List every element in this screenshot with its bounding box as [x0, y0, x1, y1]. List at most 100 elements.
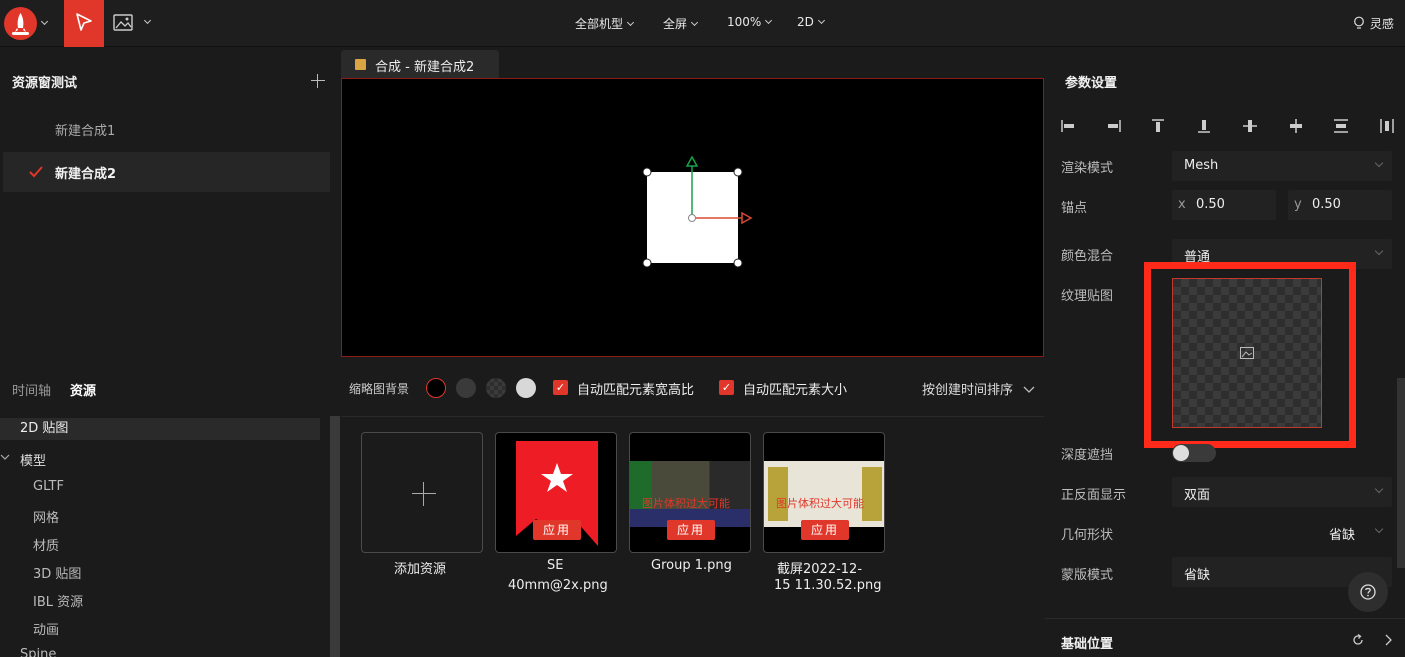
- tree-item[interactable]: 3D 贴图: [33, 563, 81, 582]
- add-resource-card[interactable]: [361, 432, 483, 553]
- reset-icon[interactable]: [1351, 633, 1365, 647]
- swatch-dark-gray[interactable]: [456, 378, 476, 398]
- geometry-select[interactable]: 省缺: [1315, 517, 1392, 547]
- image-tool-button[interactable]: [112, 12, 154, 34]
- anchor-x-input[interactable]: x 0.50: [1172, 190, 1276, 220]
- asset-name: 15 11.30.52.png: [774, 578, 882, 593]
- transform-gizmo[interactable]: [637, 154, 757, 274]
- top-bar: 全部机型 全屏 100% 2D 灵感: [0, 0, 1405, 47]
- chevron-down-icon: [626, 18, 635, 27]
- anchor-label: 锚点: [1061, 201, 1088, 216]
- auto-ratio-checkbox[interactable]: ✓: [553, 380, 568, 395]
- chevron-right-icon[interactable]: [1383, 634, 1393, 646]
- device-menu[interactable]: 全部机型: [575, 15, 635, 32]
- add-icon[interactable]: [311, 74, 325, 88]
- rocket-icon: [12, 13, 29, 35]
- canvas-tab[interactable]: 合成 - 新建合成2: [341, 50, 499, 78]
- apply-button[interactable]: 应用: [533, 520, 581, 540]
- mode-menu[interactable]: 2D: [797, 15, 825, 29]
- list-item-label: 新建合成2: [55, 167, 117, 182]
- tree-group-model[interactable]: 模型: [20, 450, 46, 469]
- tree-item[interactable]: 材质: [33, 535, 59, 554]
- tree-item[interactable]: GLTF: [33, 479, 64, 494]
- align-right-icon[interactable]: [1106, 118, 1122, 134]
- canvas-viewport[interactable]: [341, 78, 1044, 357]
- align-left-icon[interactable]: [1060, 118, 1076, 134]
- image-icon: [113, 14, 133, 31]
- mode-label: 2D: [797, 15, 814, 29]
- depth-label: 深度遮挡: [1061, 448, 1114, 463]
- chevron-down-icon: [143, 16, 152, 25]
- chevron-down-icon[interactable]: [40, 17, 49, 26]
- swatch-checker[interactable]: [486, 378, 506, 398]
- chevron-down-icon: [817, 16, 825, 25]
- anchor-y-input[interactable]: y 0.50: [1288, 190, 1392, 220]
- anchor-x-value: 0.50: [1196, 197, 1225, 212]
- auto-size-checkbox[interactable]: ✓: [719, 380, 734, 395]
- image-placeholder-icon: [1240, 347, 1254, 359]
- toolbar-divider: [341, 416, 1044, 417]
- render-mode-select[interactable]: Mesh: [1172, 151, 1392, 181]
- tree-item[interactable]: IBL 资源: [33, 591, 83, 610]
- align-top-icon[interactable]: [1150, 118, 1166, 134]
- tree-item[interactable]: Spine: [20, 647, 56, 657]
- swatch-black[interactable]: [426, 378, 446, 398]
- help-button[interactable]: [1348, 572, 1388, 612]
- screen-menu[interactable]: 全屏: [663, 15, 699, 32]
- check-icon: [29, 166, 43, 178]
- params-scrollbar[interactable]: [1397, 378, 1405, 568]
- asset-card[interactable]: 图片体积过大可能 应用: [629, 432, 751, 553]
- asset-card[interactable]: 应用: [495, 432, 617, 553]
- cursor-icon: [76, 13, 92, 31]
- zoom-menu[interactable]: 100%: [727, 15, 773, 29]
- anchor-y-prefix: y: [1294, 197, 1302, 212]
- list-item-selected[interactable]: 新建合成2: [3, 152, 330, 192]
- canvas-tab-label: 合成 - 新建合成2: [375, 60, 475, 75]
- section-divider: [1045, 618, 1405, 619]
- tree-scrollbar[interactable]: [330, 416, 340, 657]
- apply-button[interactable]: 应用: [667, 520, 715, 540]
- thumbnail-overlay-text: 图片体积过大可能: [776, 497, 864, 510]
- tree-item[interactable]: 网格: [33, 507, 59, 526]
- texture-slot[interactable]: [1172, 278, 1322, 428]
- tree-item[interactable]: 动画: [33, 619, 59, 638]
- sort-label: 按创建时间排序: [922, 383, 1014, 398]
- tab-timeline[interactable]: 时间轴: [12, 380, 51, 399]
- question-icon: [1360, 584, 1376, 600]
- face-select[interactable]: 双面: [1172, 477, 1392, 507]
- face-value: 双面: [1184, 488, 1211, 503]
- app-logo[interactable]: [4, 7, 37, 40]
- list-item[interactable]: 新建合成1: [0, 112, 330, 152]
- asset-name: Group 1.png: [651, 558, 732, 573]
- params-title: 参数设置: [1065, 76, 1118, 91]
- select-tool-button[interactable]: [64, 0, 104, 47]
- tree-item-2d-texture[interactable]: 2D 贴图: [0, 418, 320, 440]
- chevron-down-icon: [1374, 246, 1384, 256]
- render-mode-label: 渲染模式: [1061, 161, 1114, 176]
- thumbnail-overlay-text: 图片体积过大可能: [642, 497, 730, 510]
- render-mode-value: Mesh: [1184, 158, 1219, 173]
- depth-toggle[interactable]: [1172, 444, 1216, 462]
- apply-button[interactable]: 应用: [801, 520, 849, 540]
- chevron-down-icon: [1374, 524, 1384, 534]
- tab-resources[interactable]: 资源: [70, 380, 96, 399]
- sort-dropdown[interactable]: 按创建时间排序: [922, 379, 1035, 398]
- bottom-left-panel: 时间轴 资源 2D 贴图 模型 GLTF 网格 材质 3D 贴图 IBL 资源 …: [0, 359, 340, 657]
- inspiration-button[interactable]: 灵感: [1352, 15, 1394, 32]
- add-resource-label: 添加资源: [394, 562, 447, 577]
- auto-size-label: 自动匹配元素大小: [743, 383, 848, 398]
- align-v-center-icon[interactable]: [1242, 118, 1258, 134]
- tab-color-square: [355, 59, 366, 70]
- device-menu-label: 全部机型: [575, 17, 624, 31]
- distribute-v-icon[interactable]: [1333, 118, 1349, 134]
- chevron-down-icon: [1374, 484, 1384, 494]
- asset-name: 40mm@2x.png: [508, 578, 608, 593]
- align-bottom-icon[interactable]: [1196, 118, 1212, 134]
- distribute-h-icon[interactable]: [1379, 118, 1395, 134]
- base-position-label[interactable]: 基础位置: [1061, 633, 1113, 652]
- asset-card[interactable]: 图片体积过大可能 应用: [763, 432, 885, 553]
- align-h-center-icon[interactable]: [1288, 118, 1304, 134]
- swatch-light-gray[interactable]: [516, 378, 536, 398]
- chevron-down-icon[interactable]: [0, 453, 10, 461]
- chevron-down-icon: [690, 18, 699, 27]
